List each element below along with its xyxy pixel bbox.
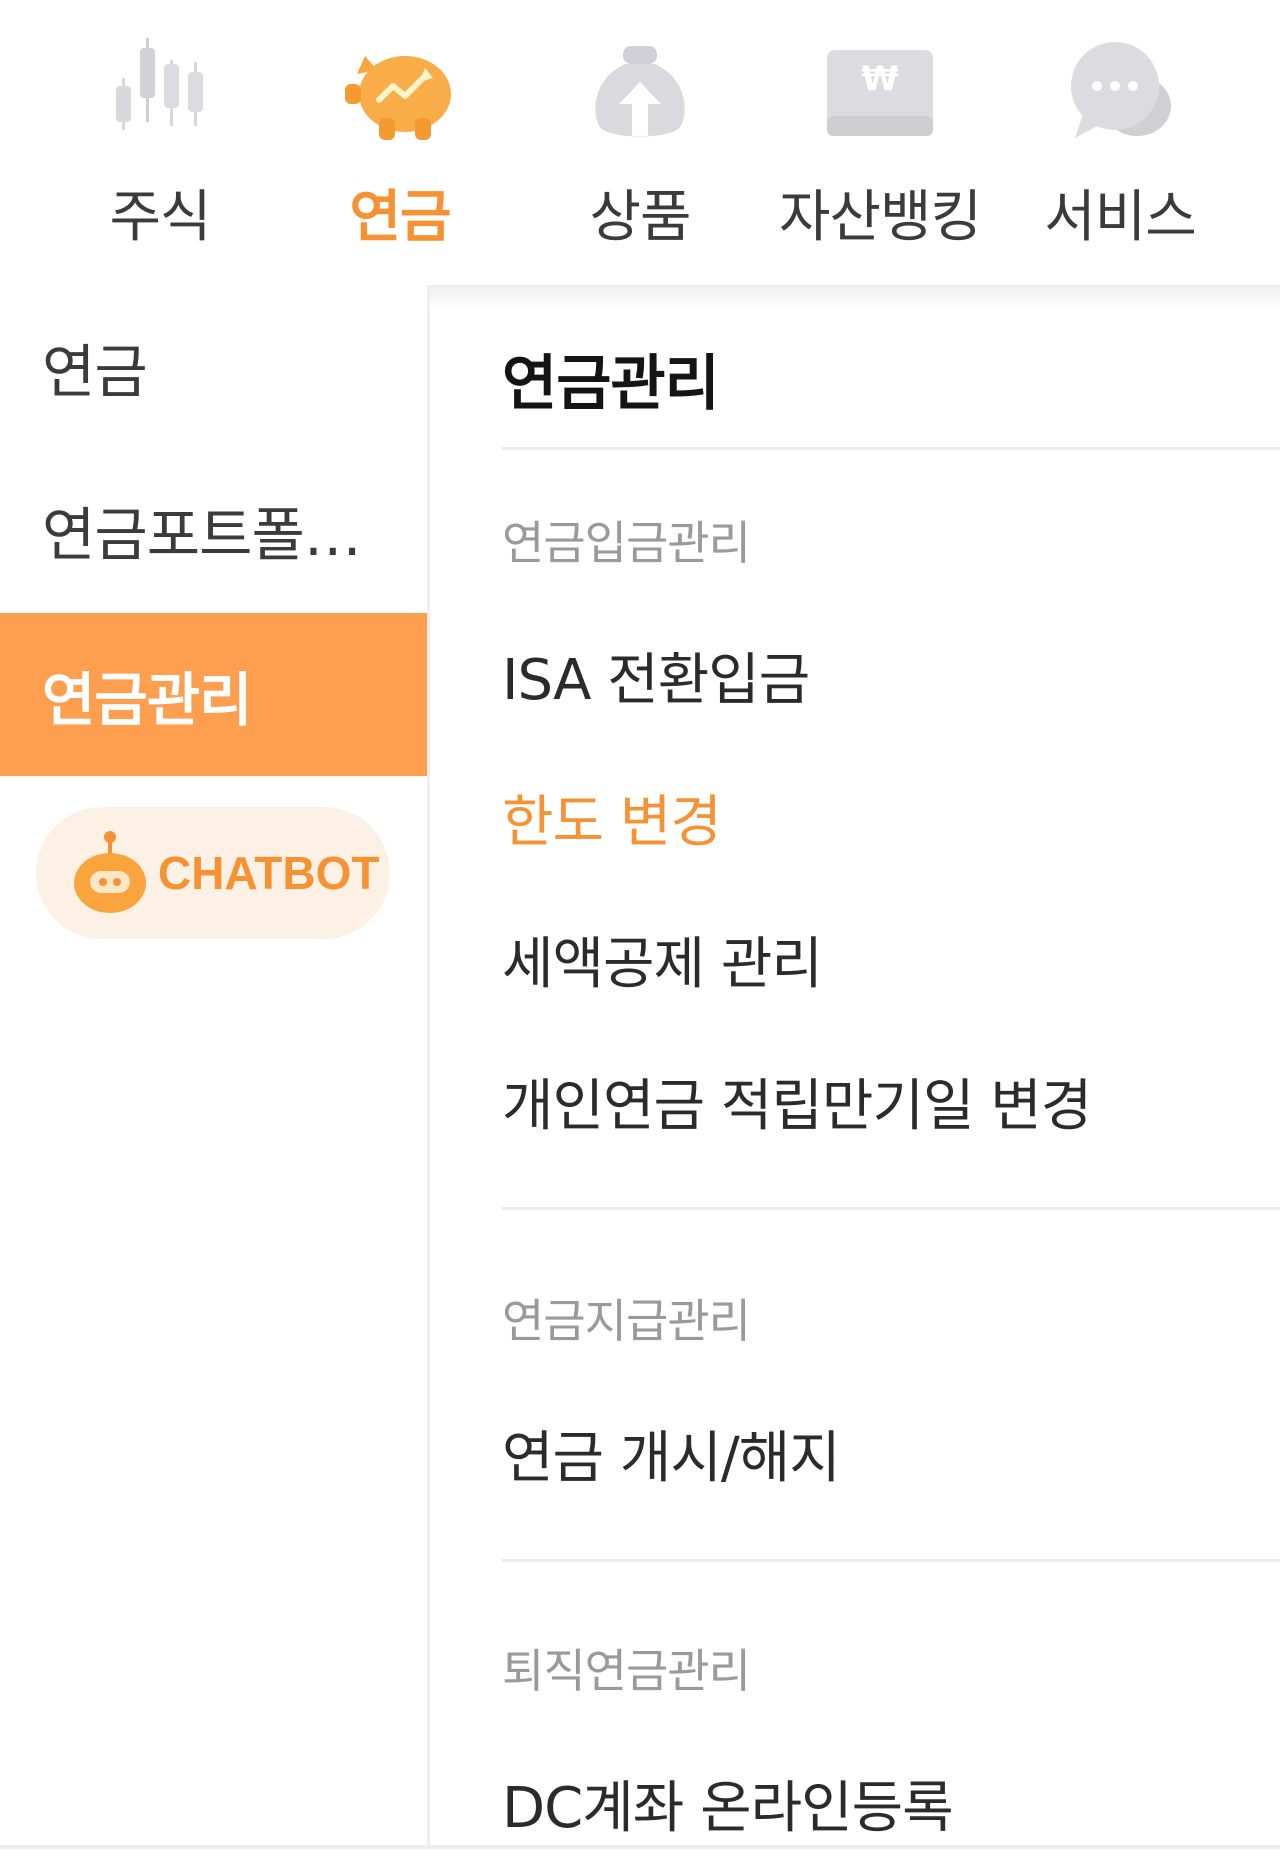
link-tax-deduction[interactable]: 세액공제 관리 — [502, 919, 823, 1000]
nav-item-asset-banking[interactable]: ₩ 자산뱅킹 — [760, 0, 1000, 285]
section-heading-deposit: 연금입금관리 — [502, 516, 751, 570]
main-content: 연금관리 연금입금관리 ISA 전환입금 한도 변경 세액공제 관리 개인연금 … — [430, 285, 1280, 1845]
robot-icon — [74, 831, 146, 913]
chatbot-button[interactable]: CHATBOT — [36, 807, 390, 939]
nav-label: 연금 — [349, 185, 451, 250]
nav-item-product[interactable]: 상품 — [520, 0, 760, 285]
sidebar-item-pension-management[interactable]: 연금관리 — [0, 613, 427, 776]
divider — [502, 1207, 1280, 1210]
link-pension-start-cancel[interactable]: 연금 개시/해지 — [502, 1413, 841, 1494]
svg-text:₩: ₩ — [861, 59, 899, 99]
nav-item-stock[interactable]: 주식 — [40, 0, 280, 285]
sidebar-item-pension-portfolio[interactable]: 연금포트폴… — [0, 448, 427, 611]
page-title: 연금관리 — [502, 349, 720, 419]
stock-chart-icon — [116, 38, 203, 130]
section-heading-retirement: 퇴직연금관리 — [502, 1644, 751, 1698]
piggy-bank-icon — [345, 56, 451, 140]
sidebar-item-label: 연금관리 — [42, 665, 252, 734]
nav-label: 상품 — [589, 185, 691, 250]
sidebar: 연금 연금포트폴… 연금관리 CHATBOT — [0, 285, 430, 1845]
nav-item-service[interactable]: 서비스 — [1000, 0, 1240, 285]
won-card-icon: ₩ — [827, 50, 933, 136]
sidebar-item-pension[interactable]: 연금 — [0, 285, 427, 448]
chat-bubble-icon — [1071, 42, 1171, 138]
sidebar-item-label: 연금 — [42, 337, 148, 406]
bottom-divider — [0, 1845, 1280, 1849]
link-isa-transfer-deposit[interactable]: ISA 전환입금 — [502, 635, 810, 716]
nav-item-pension[interactable]: 연금 — [280, 0, 520, 285]
link-maturity-date-change[interactable]: 개인연금 적립만기일 변경 — [502, 1061, 1092, 1142]
chatbot-label: CHATBOT — [158, 847, 380, 899]
divider — [502, 447, 1280, 450]
money-bag-icon — [595, 46, 685, 137]
nav-label: 서비스 — [1044, 185, 1197, 250]
section-heading-payment: 연금지급관리 — [502, 1294, 751, 1348]
top-navigation: 주식 연금 상품 ₩ 자산뱅킹 서비스 — [0, 0, 1280, 285]
divider — [502, 1559, 1280, 1562]
link-dc-account-registration[interactable]: DC계좌 온라인등록 — [502, 1763, 954, 1844]
sidebar-item-label: 연금포트폴… — [42, 500, 362, 569]
nav-label: 주식 — [109, 185, 211, 250]
nav-label: 자산뱅킹 — [778, 185, 982, 250]
link-limit-change[interactable]: 한도 변경 — [502, 777, 722, 858]
